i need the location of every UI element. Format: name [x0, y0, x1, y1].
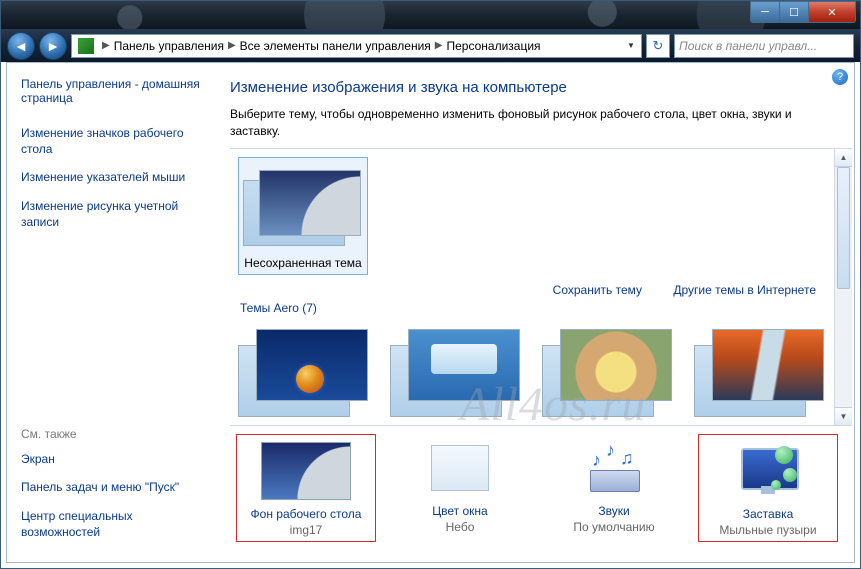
color-swatch-icon	[431, 445, 489, 491]
breadcrumb-item[interactable]: Все элементы панели управления	[240, 39, 431, 53]
content-area: Панель управления - домашняя страница Из…	[6, 62, 855, 563]
theme-thumbnail	[243, 162, 363, 252]
option-value: По умолчанию	[544, 520, 684, 534]
option-label: Цвет окна	[390, 504, 530, 518]
scroll-down-button[interactable]: ▼	[835, 407, 852, 425]
aero-themes-row	[238, 319, 834, 423]
titlebar[interactable]: ─ ☐ ✕	[1, 1, 860, 29]
theme-list: ▲ ▼ Несохраненная тема Сохранить тему Др…	[230, 148, 852, 426]
theme-unsaved[interactable]: Несохраненная тема	[238, 157, 368, 275]
breadcrumb[interactable]: ▶ Панель управления ▶ Все элементы панел…	[71, 34, 642, 58]
sounds-icon: ♪♫♪	[584, 442, 644, 494]
option-label: Фон рабочего стола	[239, 507, 373, 521]
minimize-button[interactable]: ─	[750, 1, 780, 23]
theme-label: Несохраненная тема	[241, 252, 365, 272]
maximize-button[interactable]: ☐	[779, 1, 809, 23]
aero-theme-3[interactable]	[542, 319, 682, 423]
option-sounds[interactable]: ♪♫♪ Звуки По умолчанию	[544, 434, 684, 542]
control-panel-window: ─ ☐ ✕ ◄ ► ▶ Панель управления ▶ Все элем…	[0, 0, 861, 569]
save-theme-link[interactable]: Сохранить тему	[553, 283, 642, 297]
scroll-thumb[interactable]	[837, 167, 850, 289]
refresh-button[interactable]: ↻	[646, 34, 670, 58]
theme-action-links: Сохранить тему Другие темы в Интернете	[238, 283, 816, 297]
help-icon[interactable]: ?	[832, 69, 848, 85]
sidebar-link-display[interactable]: Экран	[21, 451, 208, 467]
option-desktop-background[interactable]: Фон рабочего стола img17	[236, 434, 376, 542]
page-title: Изменение изображения и звука на компьют…	[230, 79, 852, 96]
main-panel: ? Изменение изображения и звука на компь…	[220, 63, 854, 562]
breadcrumb-item[interactable]: Панель управления	[114, 39, 224, 53]
window-buttons: ─ ☐ ✕	[751, 1, 856, 21]
options-row: Фон рабочего стола img17 Цвет окна Небо …	[230, 426, 852, 542]
sidebar-link-account-picture[interactable]: Изменение рисунка учетной записи	[21, 198, 208, 230]
option-value: Небо	[390, 520, 530, 534]
chevron-right-icon: ▶	[102, 40, 110, 51]
search-input[interactable]: Поиск в панели управл...	[674, 34, 854, 58]
back-button[interactable]: ◄	[7, 32, 35, 60]
aero-theme-1[interactable]	[238, 319, 378, 423]
breadcrumb-dropdown[interactable]: ▼	[623, 41, 639, 50]
sidebar: Панель управления - домашняя страница Из…	[7, 63, 220, 562]
sidebar-link-mouse-pointers[interactable]: Изменение указателей мыши	[21, 169, 208, 185]
online-themes-link[interactable]: Другие темы в Интернете	[673, 283, 816, 297]
sidebar-link-taskbar[interactable]: Панель задач и меню "Пуск"	[21, 479, 208, 495]
forward-button[interactable]: ►	[39, 32, 67, 60]
navbar: ◄ ► ▶ Панель управления ▶ Все элементы п…	[1, 29, 860, 62]
see-also-header: См. также	[21, 427, 208, 441]
sidebar-home-link[interactable]: Панель управления - домашняя страница	[21, 77, 208, 105]
chevron-right-icon: ▶	[435, 40, 443, 51]
option-screensaver[interactable]: Заставка Мыльные пузыри	[698, 434, 838, 542]
control-panel-icon	[78, 38, 94, 54]
option-label: Звуки	[544, 504, 684, 518]
chevron-right-icon: ▶	[228, 40, 236, 51]
screensaver-icon	[735, 444, 801, 498]
aero-theme-4[interactable]	[694, 319, 834, 423]
page-description: Выберите тему, чтобы одновременно измени…	[230, 106, 810, 140]
option-window-color[interactable]: Цвет окна Небо	[390, 434, 530, 542]
breadcrumb-item[interactable]: Персонализация	[446, 39, 540, 53]
aero-header: Темы Aero (7)	[240, 301, 834, 315]
scrollbar[interactable]: ▲ ▼	[834, 149, 852, 425]
scroll-up-button[interactable]: ▲	[835, 149, 852, 167]
aero-theme-2[interactable]	[390, 319, 530, 423]
option-value: Мыльные пузыри	[701, 523, 835, 537]
close-button[interactable]: ✕	[808, 1, 856, 23]
sidebar-link-ease-of-access[interactable]: Центр специальных возможностей	[21, 508, 208, 540]
option-label: Заставка	[701, 507, 835, 521]
option-value: img17	[239, 523, 373, 537]
sidebar-link-desktop-icons[interactable]: Изменение значков рабочего стола	[21, 125, 208, 157]
wallpaper-icon	[261, 442, 351, 500]
search-placeholder: Поиск в панели управл...	[679, 39, 817, 53]
